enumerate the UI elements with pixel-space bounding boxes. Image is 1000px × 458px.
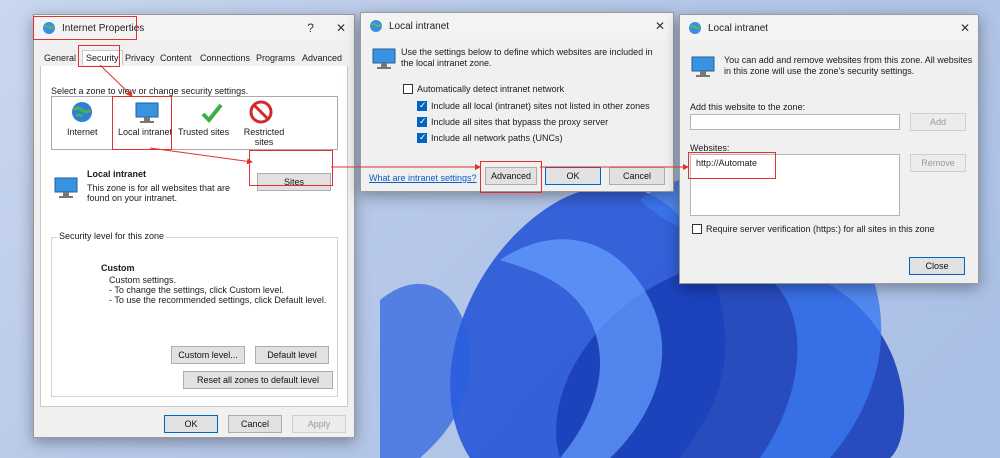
annotation-arrows bbox=[99, 64, 689, 170]
